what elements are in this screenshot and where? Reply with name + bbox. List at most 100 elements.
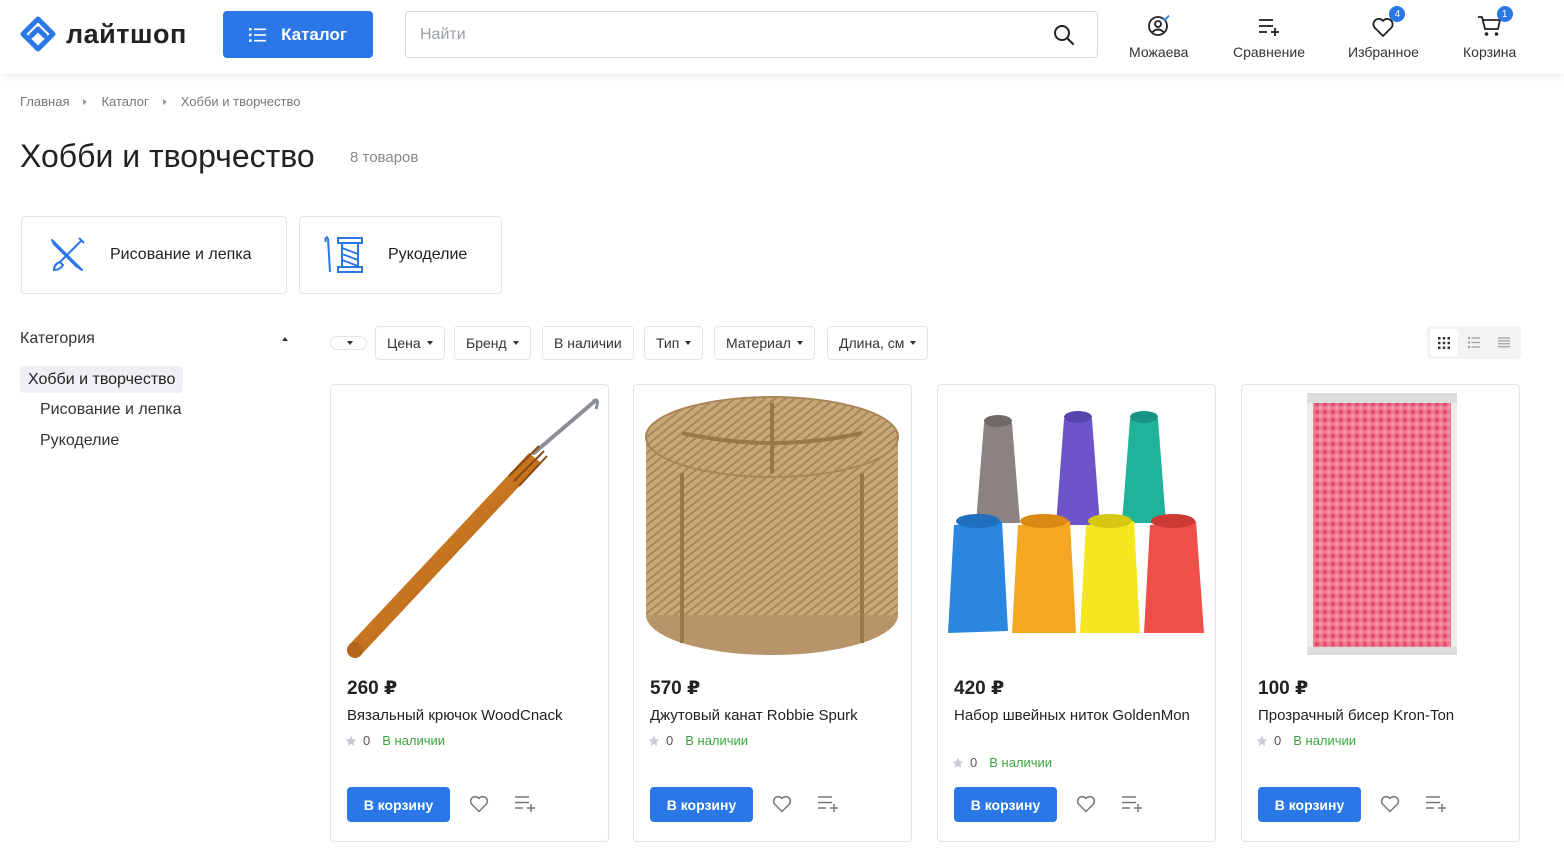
rating-count: 0 xyxy=(363,733,371,748)
subcategory-tile-needlework[interactable]: Рукоделие xyxy=(299,216,502,294)
star-icon xyxy=(1256,735,1268,746)
heart-icon[interactable] xyxy=(772,795,792,813)
logo[interactable]: лайтшоп xyxy=(20,16,187,52)
grid-icon xyxy=(1438,336,1450,349)
list-view-button[interactable] xyxy=(1460,329,1488,356)
add-to-cart-button[interactable]: В корзину xyxy=(650,787,753,822)
compare-icon[interactable] xyxy=(817,795,839,813)
search-box xyxy=(405,11,1098,58)
product-image[interactable] xyxy=(1250,393,1511,658)
filter-in-stock[interactable]: В наличии xyxy=(542,326,634,360)
catalog-button[interactable]: Каталог xyxy=(223,11,373,58)
compare-link[interactable]: Сравнение xyxy=(1233,10,1305,60)
heart-icon[interactable] xyxy=(1076,795,1096,813)
crochet-hook-image xyxy=(347,398,599,658)
filter-price[interactable]: Цена xyxy=(375,326,445,360)
sidebar-category-heading[interactable]: Категория xyxy=(20,330,292,348)
compare-icon[interactable] xyxy=(1121,795,1143,813)
thread-spools-image xyxy=(948,411,1204,633)
filter-label: Бренд xyxy=(466,335,507,351)
product-name[interactable]: Набор швейных ниток GoldenMon xyxy=(954,705,1204,727)
star-icon xyxy=(952,757,964,768)
product-price: 570 ₽ xyxy=(650,678,701,699)
compare-icon[interactable] xyxy=(514,795,536,813)
account-link[interactable]: Можаева xyxy=(1129,10,1188,60)
compare-icon xyxy=(1258,19,1279,36)
user-check-icon xyxy=(1147,14,1170,36)
caret-down-icon xyxy=(685,341,692,345)
heart-icon[interactable] xyxy=(469,795,489,813)
breadcrumb-current: Хобби и творчество xyxy=(180,94,301,109)
stock-status: В наличии xyxy=(989,755,1053,770)
rating-count: 0 xyxy=(1274,733,1282,748)
subcategory-tile-drawing[interactable]: Рисование и лепка xyxy=(21,216,287,294)
stock-status: В наличии xyxy=(1293,733,1357,748)
add-to-cart-button[interactable]: В корзину xyxy=(954,787,1057,822)
star-icon xyxy=(345,735,357,746)
subcategory-label: Рисование и лепка xyxy=(110,246,252,263)
caret-down-icon xyxy=(512,341,519,345)
sidebar-item-drawing[interactable]: Рисование и лепка xyxy=(40,401,182,419)
product-count: 8 товаров xyxy=(350,149,419,166)
list-icon xyxy=(249,27,267,42)
page-title: Хобби и творчество xyxy=(20,138,315,174)
caret-down-icon xyxy=(426,341,433,345)
filter-toggle[interactable] xyxy=(330,336,367,350)
product-meta: 0 В наличии xyxy=(952,755,1052,770)
product-card[interactable]: 100 ₽ Прозрачный бисер Kron-Ton 0 В нали… xyxy=(1241,384,1520,842)
cart-link[interactable]: 1 Корзина xyxy=(1463,6,1517,60)
product-card[interactable]: 570 ₽ Джутовый канат Robbie Spurk 0 В на… xyxy=(633,384,912,842)
favorites-label: Избранное xyxy=(1348,44,1419,60)
logo-icon xyxy=(20,16,56,52)
compare-icon[interactable] xyxy=(1425,795,1447,813)
product-image[interactable] xyxy=(339,393,600,658)
breadcrumb-home[interactable]: Главная xyxy=(20,94,69,109)
filter-brand[interactable]: Бренд xyxy=(454,326,531,360)
filter-length[interactable]: Длина, см xyxy=(827,326,929,360)
product-meta: 0 В наличии xyxy=(648,733,748,748)
filter-label: Цена xyxy=(387,335,421,351)
sidebar-item-active[interactable]: Хобби и творчество xyxy=(20,366,184,393)
sidebar-item-needlework[interactable]: Рукоделие xyxy=(40,432,119,450)
cart-label: Корзина xyxy=(1463,44,1517,60)
product-name[interactable]: Прозрачный бисер Kron-Ton xyxy=(1258,705,1508,727)
grid-view-button[interactable] xyxy=(1430,329,1458,356)
product-card[interactable]: 420 ₽ Набор швейных ниток GoldenMon 0 В … xyxy=(937,384,1216,842)
stock-status: В наличии xyxy=(382,733,446,748)
add-to-cart-button[interactable]: В корзину xyxy=(1258,787,1361,822)
catalog-button-label: Каталог xyxy=(281,24,347,44)
compact-view-button[interactable] xyxy=(1490,329,1518,356)
search-input[interactable] xyxy=(420,12,1040,57)
product-meta: 0 В наличии xyxy=(1256,733,1356,748)
thread-spool-icon xyxy=(324,236,363,273)
lines-icon xyxy=(1498,337,1510,348)
breadcrumb-separator-icon xyxy=(83,98,88,105)
caret-down-icon xyxy=(910,341,917,345)
star-icon xyxy=(648,735,660,746)
filter-label: Материал xyxy=(726,335,791,351)
product-image[interactable] xyxy=(946,393,1207,658)
favorites-link[interactable]: 4 Избранное xyxy=(1348,6,1419,60)
caret-down-icon xyxy=(796,341,803,345)
compare-label: Сравнение xyxy=(1233,44,1305,60)
heart-icon[interactable] xyxy=(1380,795,1400,813)
product-price: 100 ₽ xyxy=(1258,678,1309,699)
filter-label: В наличии xyxy=(554,335,622,351)
filter-label: Тип xyxy=(656,335,680,351)
filter-type[interactable]: Тип xyxy=(644,326,704,360)
sidebar-heading-label: Категория xyxy=(20,330,95,347)
breadcrumb-catalog[interactable]: Каталог xyxy=(101,94,148,109)
product-card[interactable]: 260 ₽ Вязальный крючок WoodCnack 0 В нал… xyxy=(330,384,609,842)
subcategory-label: Рукоделие xyxy=(388,246,468,263)
site-header: лайтшоп Каталог Можаева xyxy=(0,0,1564,74)
search-icon[interactable] xyxy=(1053,24,1075,46)
collapse-caret-icon xyxy=(282,337,288,341)
beads-bag-image xyxy=(1307,393,1457,655)
filter-material[interactable]: Материал xyxy=(714,326,815,360)
filter-label: Длина, см xyxy=(839,335,905,351)
account-label: Можаева xyxy=(1129,44,1189,60)
product-name[interactable]: Вязальный крючок WoodCnack xyxy=(347,705,597,727)
product-image[interactable] xyxy=(642,393,903,658)
add-to-cart-button[interactable]: В корзину xyxy=(347,787,450,822)
product-name[interactable]: Джутовый канат Robbie Spurk xyxy=(650,705,900,727)
